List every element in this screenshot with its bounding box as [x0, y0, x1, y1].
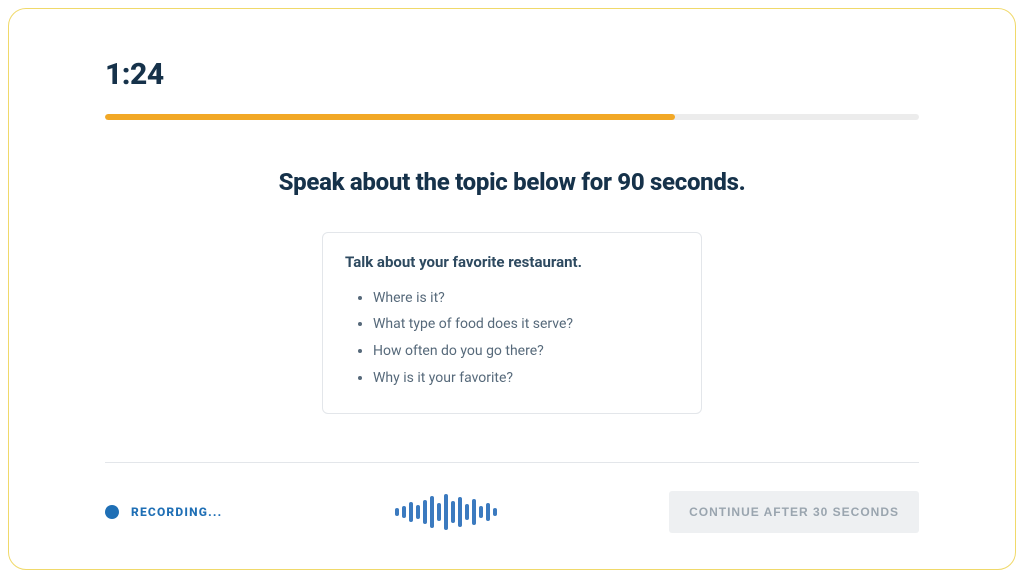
- footer: RECORDING... CONTINUE AFTER 30 SECONDS: [105, 491, 919, 533]
- recording-indicator: RECORDING...: [105, 505, 222, 519]
- continue-button[interactable]: CONTINUE AFTER 30 SECONDS: [669, 491, 919, 533]
- prompt-box: Talk about your favorite restaurant. Whe…: [322, 232, 702, 414]
- waveform-bar: [409, 502, 413, 522]
- waveform-bar: [493, 508, 497, 516]
- waveform-bar: [451, 501, 455, 523]
- waveform-bar: [430, 496, 434, 528]
- instruction-text: Speak about the topic below for 90 secon…: [105, 168, 919, 196]
- timer-display: 1:24: [105, 57, 919, 92]
- waveform-bar: [416, 505, 420, 519]
- progress-bar: [105, 114, 919, 120]
- waveform-bar: [486, 503, 490, 521]
- divider: [105, 462, 919, 463]
- waveform-bar: [402, 506, 406, 518]
- waveform-bar: [444, 494, 448, 530]
- waveform-bar: [395, 508, 399, 516]
- waveform-bar: [437, 503, 441, 521]
- waveform-icon: [395, 492, 497, 532]
- prompt-bullet: How often do you go there?: [373, 338, 679, 365]
- waveform-bar: [472, 499, 476, 525]
- progress-fill: [105, 114, 675, 120]
- recording-dot-icon: [105, 505, 119, 519]
- prompt-list: Where is it? What type of food does it s…: [345, 285, 679, 391]
- waveform-bar: [458, 497, 462, 527]
- exercise-card: 1:24 Speak about the topic below for 90 …: [8, 8, 1016, 570]
- waveform-bar: [423, 500, 427, 524]
- prompt-bullet: Where is it?: [373, 285, 679, 312]
- waveform-bar: [479, 506, 483, 518]
- prompt-bullet: What type of food does it serve?: [373, 311, 679, 338]
- recording-label: RECORDING...: [131, 505, 222, 519]
- prompt-title: Talk about your favorite restaurant.: [345, 253, 679, 271]
- prompt-bullet: Why is it your favorite?: [373, 365, 679, 392]
- waveform-bar: [465, 504, 469, 520]
